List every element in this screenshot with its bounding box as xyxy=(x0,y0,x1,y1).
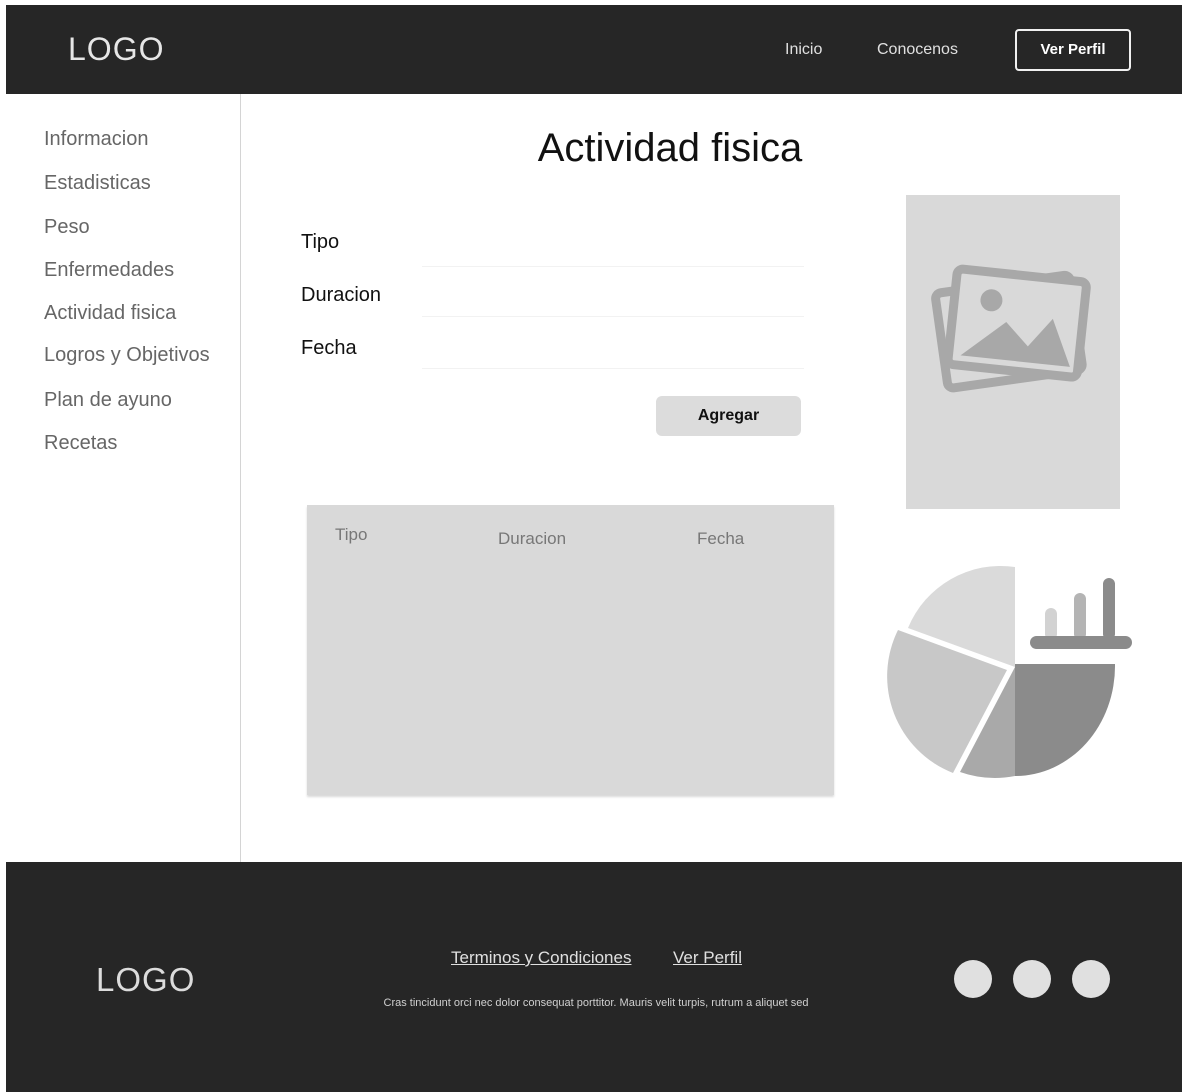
social-icon[interactable] xyxy=(1013,960,1051,998)
page-title: Actividad fisica xyxy=(537,126,803,170)
footer: LOGO Terminos y Condiciones Ver Perfil C… xyxy=(6,862,1182,1092)
image-placeholder xyxy=(906,195,1120,509)
sidebar-item-plan-ayuno[interactable]: Plan de ayuno xyxy=(44,389,172,412)
table-header-tipo: Tipo xyxy=(335,525,368,544)
sidebar-divider xyxy=(240,94,241,862)
fecha-input[interactable] xyxy=(422,328,804,369)
activity-table: Tipo Duracion Fecha xyxy=(307,505,834,795)
sidebar-item-estadisticas[interactable]: Estadisticas xyxy=(44,172,151,195)
image-icon xyxy=(931,264,1091,393)
fecha-label: Fecha xyxy=(301,337,357,359)
ver-perfil-button[interactable]: Ver Perfil xyxy=(1015,29,1131,71)
sidebar-item-recetas[interactable]: Recetas xyxy=(44,432,117,455)
tipo-input[interactable] xyxy=(422,226,804,267)
sidebar-item-actividad-fisica[interactable]: Actividad fisica xyxy=(44,302,176,325)
footer-text: Cras tincidunt orci nec dolor consequat … xyxy=(383,997,809,1009)
table-header-duracion: Duracion xyxy=(498,529,567,548)
duracion-input[interactable] xyxy=(422,276,804,317)
table-header-fecha: Fecha xyxy=(697,529,745,548)
sidebar: Informacion Estadisticas Peso Enfermedad… xyxy=(0,94,240,862)
sidebar-item-informacion[interactable]: Informacion xyxy=(44,128,149,151)
agregar-button[interactable]: Agregar xyxy=(656,396,801,436)
sidebar-item-peso[interactable]: Peso xyxy=(44,216,90,239)
nav-link-conocenos[interactable]: Conocenos xyxy=(877,41,958,59)
header: LOGO Inicio Conocenos Ver Perfil xyxy=(6,5,1182,94)
terminos-link[interactable]: Terminos y Condiciones xyxy=(451,948,631,968)
tipo-label: Tipo xyxy=(301,231,340,253)
footer-ver-perfil-link[interactable]: Ver Perfil xyxy=(673,948,742,968)
nav-link-inicio[interactable]: Inicio xyxy=(785,41,822,59)
social-icon[interactable] xyxy=(954,960,992,998)
social-icon[interactable] xyxy=(1072,960,1110,998)
sidebar-item-logros-objetivos[interactable]: Logros y Objetivos xyxy=(44,344,210,367)
duracion-label: Duracion xyxy=(301,284,382,306)
footer-logo[interactable]: LOGO xyxy=(96,961,195,999)
pie-chart-icon xyxy=(887,565,1132,778)
sidebar-item-enfermedades[interactable]: Enfermedades xyxy=(44,259,174,282)
logo[interactable]: LOGO xyxy=(68,31,164,68)
